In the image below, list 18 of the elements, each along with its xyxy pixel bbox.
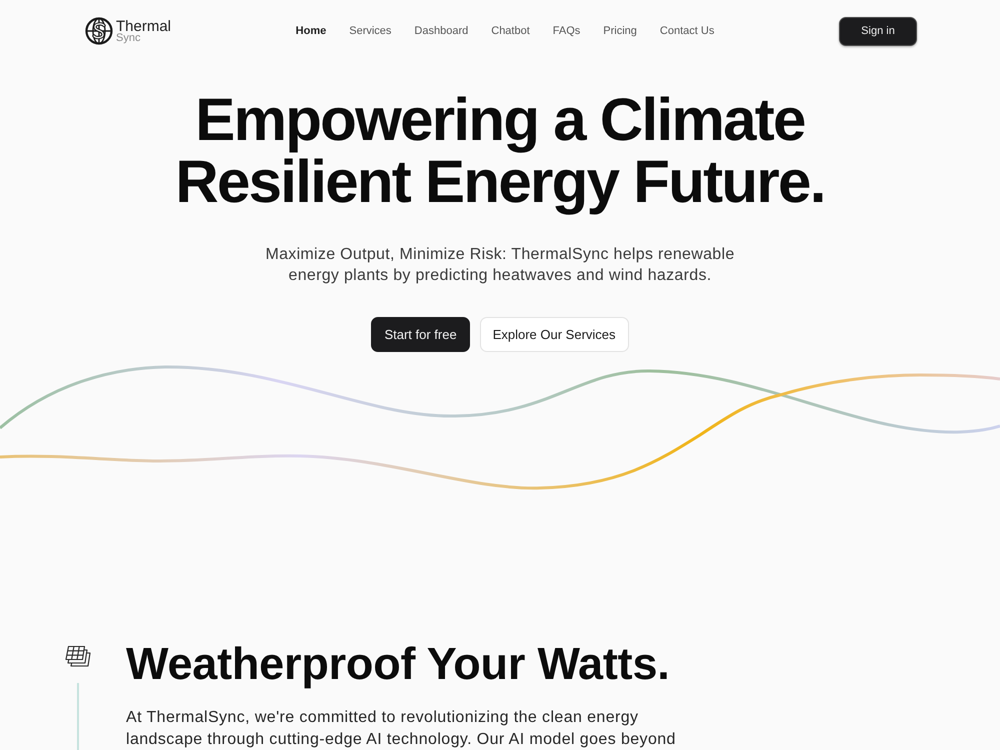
- explore-button[interactable]: Explore Our Services: [480, 317, 629, 352]
- logo-subtitle: Sync: [116, 32, 142, 44]
- layered-grid-icon: [65, 645, 91, 668]
- globe-icon: [85, 17, 113, 45]
- nav-link[interactable]: Contact Us: [660, 25, 714, 37]
- section-heading: Weatherproof Your Watts.: [126, 639, 671, 689]
- logo-title: Thermal: [116, 18, 172, 34]
- section-paragraph: At ThermalSync, we're committed to revolutionizing the clean energy landscape through cutting-edge AI technology. Our AI model goes beyond: [126, 708, 677, 750]
- nav-link[interactable]: FAQs: [552, 25, 580, 37]
- hero-heading: Empowering a Climate Resilient Energy Future.: [174, 89, 826, 213]
- nav-link[interactable]: Chatbot: [491, 25, 530, 37]
- nav-link[interactable]: Services: [349, 25, 392, 37]
- start-button[interactable]: Start for free: [371, 317, 470, 352]
- sign-in-button[interactable]: Sign in: [839, 16, 917, 46]
- nav-link[interactable]: Pricing: [603, 25, 637, 37]
- nav-link[interactable]: Home: [296, 25, 326, 37]
- hero-subtitle: Maximize Output, Minimize Risk: ThermalSync helps renewable energy plants by predicting heatwaves and wind hazards.: [264, 245, 736, 286]
- nav-link[interactable]: Dashboard: [414, 25, 468, 37]
